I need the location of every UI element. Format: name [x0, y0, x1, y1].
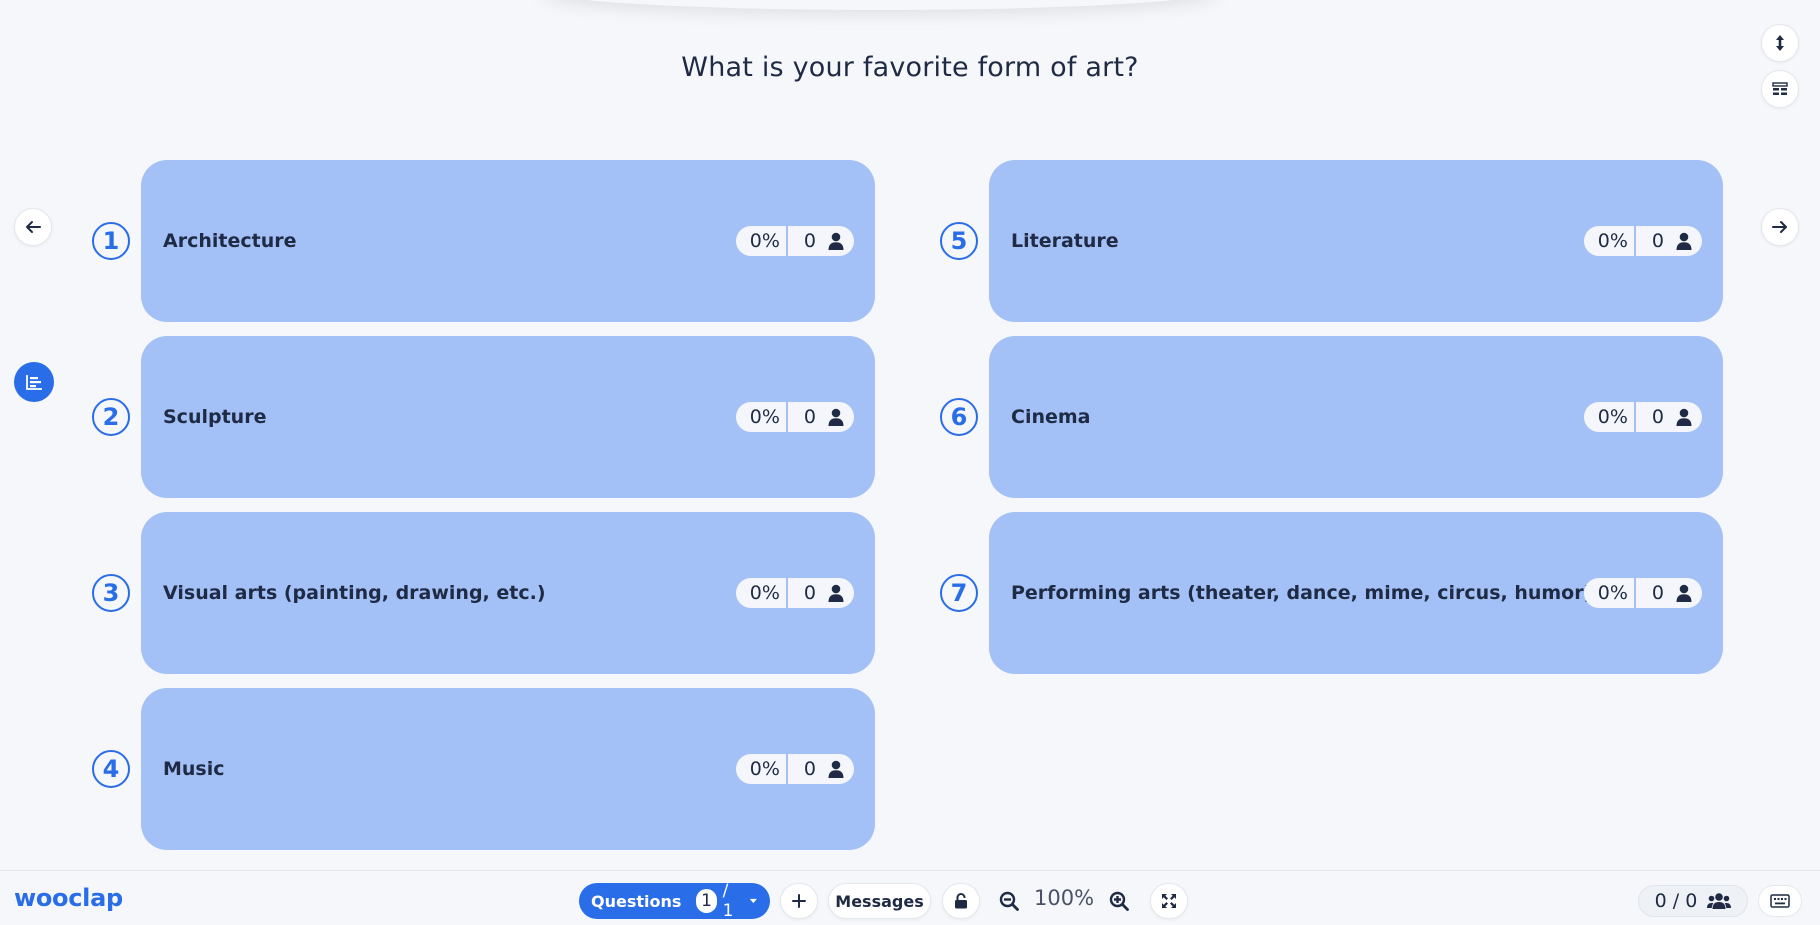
choice-stats: 0% 0 [735, 402, 854, 432]
choice-number: 2 [92, 398, 130, 436]
fullscreen-button[interactable] [1150, 883, 1188, 919]
top-panel-shadow [540, 0, 1220, 10]
choice-stats: 0% 0 [1583, 226, 1702, 256]
choice-count: 0 [1635, 578, 1702, 608]
choice-count-value: 0 [803, 230, 816, 252]
choice-count: 0 [1635, 402, 1702, 432]
user-icon [828, 584, 844, 602]
lock-button[interactable] [942, 883, 980, 919]
choice-number: 4 [92, 750, 130, 788]
layout-icon [1772, 82, 1788, 95]
user-icon [828, 408, 844, 426]
choice-card: Music 0% 0 [141, 688, 875, 850]
arrow-right-icon [1772, 221, 1787, 233]
choice-number-text: 1 [102, 227, 120, 255]
question-title: What is your favorite form of art? [681, 52, 1139, 83]
choice-count-value: 0 [1651, 406, 1664, 428]
choice-number-text: 6 [950, 403, 968, 431]
questions-label: Questions [591, 891, 682, 911]
choice-count: 0 [787, 754, 854, 784]
chevron-down-icon [750, 898, 758, 904]
zoom-in-button[interactable] [1101, 883, 1137, 919]
choice-percent: 0% [735, 402, 786, 432]
choice-label: Performing arts (theater, dance, mime, c… [1011, 582, 1593, 604]
zoom-out-button[interactable] [991, 883, 1027, 919]
choice-stats: 0% 0 [735, 226, 854, 256]
next-question-button[interactable] [1761, 208, 1799, 246]
questions-button[interactable]: Questions 1 / 1 [579, 881, 770, 921]
participants-counter[interactable]: 0 / 0 [1638, 885, 1748, 917]
user-icon [828, 760, 844, 778]
choice-number: 5 [940, 222, 978, 260]
arrow-left-icon [26, 221, 41, 233]
keyboard-icon [1770, 894, 1790, 908]
choice-number-text: 5 [950, 227, 968, 255]
zoom-in-icon [1109, 891, 1129, 911]
bar-chart-icon [26, 375, 42, 390]
choice-number: 6 [940, 398, 978, 436]
expand-vertical-icon [1776, 35, 1784, 51]
choice-number: 3 [92, 574, 130, 612]
choice-count: 0 [1635, 226, 1702, 256]
choice-percent: 0% [1583, 226, 1634, 256]
choice-percent: 0% [1583, 578, 1634, 608]
choice-label: Literature [1011, 230, 1119, 252]
choice-card: Cinema 0% 0 [989, 336, 1723, 498]
total-questions: / 1 [722, 881, 734, 921]
keyboard-shortcuts-button[interactable] [1758, 885, 1802, 917]
choice-count: 0 [787, 402, 854, 432]
wooclap-logo: wooclap [14, 884, 123, 912]
user-icon [828, 232, 844, 250]
add-question-button[interactable] [780, 883, 818, 919]
previous-question-button[interactable] [14, 208, 52, 246]
choice-number: 1 [92, 222, 130, 260]
choice-count: 0 [787, 226, 854, 256]
choice-card: Visual arts (painting, drawing, etc.) 0%… [141, 512, 875, 674]
users-icon [1707, 893, 1732, 909]
choice-count-value: 0 [1651, 230, 1664, 252]
choice-count-value: 0 [803, 406, 816, 428]
results-toggle-button[interactable] [14, 362, 54, 402]
choice-count-value: 0 [803, 582, 816, 604]
choice-stats: 0% 0 [1583, 578, 1702, 608]
zoom-level: 100% [1034, 886, 1095, 910]
choice-label: Architecture [163, 230, 297, 252]
choice-card: Literature 0% 0 [989, 160, 1723, 322]
choice-number-text: 3 [102, 579, 120, 607]
user-icon [1676, 584, 1692, 602]
choice-number-text: 7 [950, 579, 968, 607]
zoom-out-icon [999, 891, 1019, 911]
choice-label: Cinema [1011, 406, 1091, 428]
lock-icon [955, 893, 967, 909]
choice-stats: 0% 0 [1583, 402, 1702, 432]
choice-label: Sculpture [163, 406, 267, 428]
choice-number-text: 2 [102, 403, 120, 431]
choice-percent: 0% [735, 754, 786, 784]
current-question-number: 1 [696, 889, 717, 913]
plus-icon [792, 894, 806, 908]
choice-number-text: 4 [102, 755, 120, 783]
user-icon [1676, 408, 1692, 426]
choice-count-value: 0 [803, 758, 816, 780]
choice-card: Sculpture 0% 0 [141, 336, 875, 498]
fullscreen-icon [1162, 894, 1176, 908]
messages-label: Messages [835, 891, 924, 911]
choice-label: Music [163, 758, 225, 780]
expand-vertical-button[interactable] [1761, 24, 1799, 62]
choice-stats: 0% 0 [735, 578, 854, 608]
messages-button[interactable]: Messages [828, 883, 931, 919]
choice-label: Visual arts (painting, drawing, etc.) [163, 582, 546, 604]
choice-percent: 0% [735, 578, 786, 608]
choice-count: 0 [787, 578, 854, 608]
participants-count: 0 / 0 [1654, 890, 1698, 912]
choice-percent: 0% [735, 226, 786, 256]
choice-count-value: 0 [1651, 582, 1664, 604]
choice-stats: 0% 0 [735, 754, 854, 784]
choice-number: 7 [940, 574, 978, 612]
choice-card: Performing arts (theater, dance, mime, c… [989, 512, 1723, 674]
user-icon [1676, 232, 1692, 250]
choice-card: Architecture 0% 0 [141, 160, 875, 322]
layout-button[interactable] [1761, 70, 1799, 108]
choice-percent: 0% [1583, 402, 1634, 432]
